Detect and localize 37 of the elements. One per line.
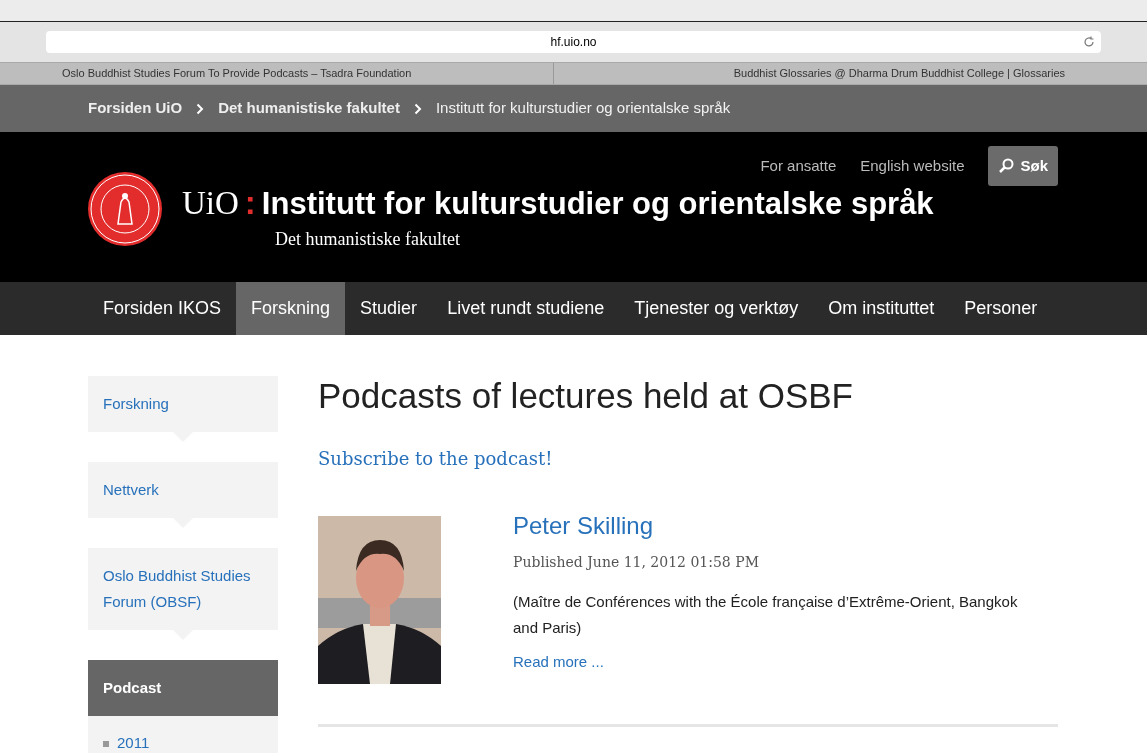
search-button[interactable]: Søk xyxy=(988,146,1058,186)
site-title: Institutt for kulturstudier og orientalske språk xyxy=(261,188,934,219)
search-icon xyxy=(998,158,1015,174)
nav-tab[interactable]: Livet rundt studiene xyxy=(432,282,620,335)
breadcrumb-link[interactable]: Det humanistiske fakultet xyxy=(218,97,400,120)
header-link[interactable]: For ansatte xyxy=(760,154,837,178)
nav-tab[interactable]: Studier xyxy=(345,282,433,335)
nav-tab[interactable]: Forskning xyxy=(236,282,346,335)
address-bar[interactable]: hf.uio.no xyxy=(46,31,1101,53)
article-summary: (Maître de Conférences with the École française d’Extrême-Orient, Bangkok and Paris) xyxy=(513,592,1019,638)
browser-tab[interactable]: Oslo Buddhist Studies Forum To Provide Podcasts – Tsadra Foundation xyxy=(0,63,554,84)
sidebar-item[interactable]: Podcast xyxy=(88,660,278,716)
brand-name: UiO xyxy=(182,187,239,220)
nav-tab[interactable]: Personer xyxy=(949,282,1053,335)
reload-icon[interactable] xyxy=(1083,36,1095,48)
subscribe-link[interactable]: Subscribe to the podcast! xyxy=(318,445,553,472)
article-title[interactable]: Peter Skilling xyxy=(513,514,1033,538)
site-subtitle: Det humanistiske fakultet xyxy=(275,228,461,251)
page-heading: Podcasts of lectures held at OSBF xyxy=(318,378,854,413)
nav-tab[interactable]: Om instituttet xyxy=(813,282,950,335)
address-text: hf.uio.no xyxy=(550,34,597,51)
chevron-icon xyxy=(413,102,422,115)
sidebar-item[interactable]: Oslo Buddhist Studies Forum (OBSF) xyxy=(88,548,278,630)
nav-tab[interactable]: Forsiden IKOS xyxy=(88,282,237,335)
nav-tab[interactable]: Tjenester og verktøy xyxy=(619,282,814,335)
header-link[interactable]: English website xyxy=(860,154,965,178)
chevron-icon xyxy=(196,102,205,115)
sidebar-item[interactable]: Nettverk xyxy=(88,462,278,518)
bullet-icon xyxy=(103,740,109,747)
browser-tab[interactable]: Buddhist Glossaries @ Dharma Drum Buddhist College | Glossaries xyxy=(554,63,1147,84)
published-date: Published June 11, 2012 01:58 PM xyxy=(513,553,760,572)
brand-separator: : xyxy=(244,186,256,219)
sidebar-subitem[interactable]: 2011 xyxy=(117,732,150,753)
sidebar-item[interactable]: Forskning xyxy=(88,376,278,432)
breadcrumb-current: Institutt for kulturstudier og orientalske språk xyxy=(435,98,731,119)
breadcrumb-link[interactable]: Forsiden UiO xyxy=(88,97,183,120)
read-more-link[interactable]: Read more ... xyxy=(513,651,604,674)
